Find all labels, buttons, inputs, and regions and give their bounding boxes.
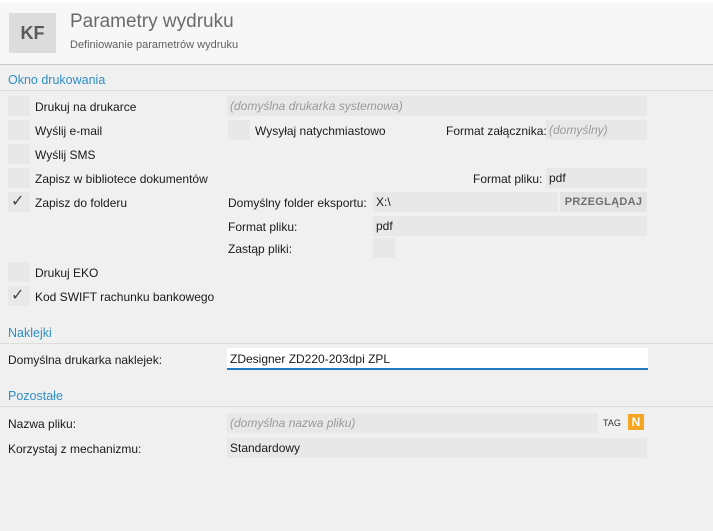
section-divider bbox=[0, 343, 713, 344]
send-email-checkbox[interactable] bbox=[8, 120, 30, 140]
send-now-checkbox[interactable] bbox=[228, 120, 250, 140]
printer-field[interactable]: (domyślna drukarka systemowa) bbox=[227, 96, 647, 116]
attachment-format-label: Format załącznika: bbox=[446, 124, 547, 138]
save-folder-label: Zapisz do folderu bbox=[35, 196, 128, 210]
section-divider bbox=[0, 406, 713, 407]
tag-label[interactable]: TAG bbox=[603, 418, 621, 428]
send-email-label: Wyślij e-mail bbox=[35, 124, 103, 138]
print-eko-checkbox[interactable] bbox=[8, 262, 30, 282]
swift-code-checkbox[interactable] bbox=[8, 285, 30, 306]
browse-button[interactable]: PRZEGLĄDAJ bbox=[560, 192, 647, 212]
send-now-label: Wysyłaj natychmiastowo bbox=[255, 124, 386, 138]
attachment-format-field[interactable]: (domyślny) bbox=[546, 120, 647, 140]
mechanism-field[interactable]: Standardowy bbox=[227, 438, 647, 458]
section-title-stickers: Naklejki bbox=[8, 326, 52, 340]
section-title-print-window: Okno drukowania bbox=[8, 73, 106, 87]
swift-code-label: Kod SWIFT rachunku bankowego bbox=[35, 290, 215, 304]
replace-files-label: Zastąp pliki: bbox=[228, 242, 293, 256]
app-logo: KF bbox=[9, 13, 56, 53]
replace-files-checkbox[interactable] bbox=[373, 238, 395, 258]
send-sms-label: Wyślij SMS bbox=[35, 148, 96, 162]
mechanism-label: Korzystaj z mechanizmu: bbox=[8, 442, 142, 456]
send-sms-checkbox[interactable] bbox=[8, 144, 30, 164]
print-on-printer-label: Drukuj na drukarce bbox=[35, 100, 137, 114]
folder-file-format-label: Format pliku: bbox=[228, 220, 298, 234]
export-folder-label: Domyślny folder eksportu: bbox=[228, 196, 367, 210]
folder-file-format-field[interactable]: pdf bbox=[373, 216, 647, 236]
sticker-printer-field[interactable]: ZDesigner ZD220-203dpi ZPL bbox=[227, 348, 648, 370]
page-header: KF Parametry wydruku Definiowanie parame… bbox=[0, 3, 713, 65]
section-title-other: Pozostałe bbox=[8, 389, 63, 403]
page-subtitle: Definiowanie parametrów wydruku bbox=[70, 39, 239, 51]
export-folder-field[interactable]: X:\ bbox=[373, 192, 558, 212]
save-folder-checkbox[interactable] bbox=[8, 191, 30, 212]
n-icon[interactable]: N bbox=[628, 414, 644, 430]
sticker-printer-label: Domyślna drukarka naklejek: bbox=[8, 353, 163, 367]
print-on-printer-checkbox[interactable] bbox=[8, 96, 30, 116]
print-eko-label: Drukuj EKO bbox=[35, 266, 99, 280]
save-library-label: Zapisz w bibliotece dokumentów bbox=[35, 172, 208, 186]
page-title: Parametry wydruku bbox=[70, 11, 234, 32]
library-file-format-field[interactable]: pdf bbox=[546, 168, 647, 188]
save-library-checkbox[interactable] bbox=[8, 168, 30, 188]
file-name-label: Nazwa pliku: bbox=[8, 417, 77, 431]
library-file-format-label: Format pliku: bbox=[473, 172, 543, 186]
file-name-field[interactable]: (domyślna nazwa pliku) bbox=[227, 413, 598, 433]
section-divider bbox=[0, 90, 713, 91]
